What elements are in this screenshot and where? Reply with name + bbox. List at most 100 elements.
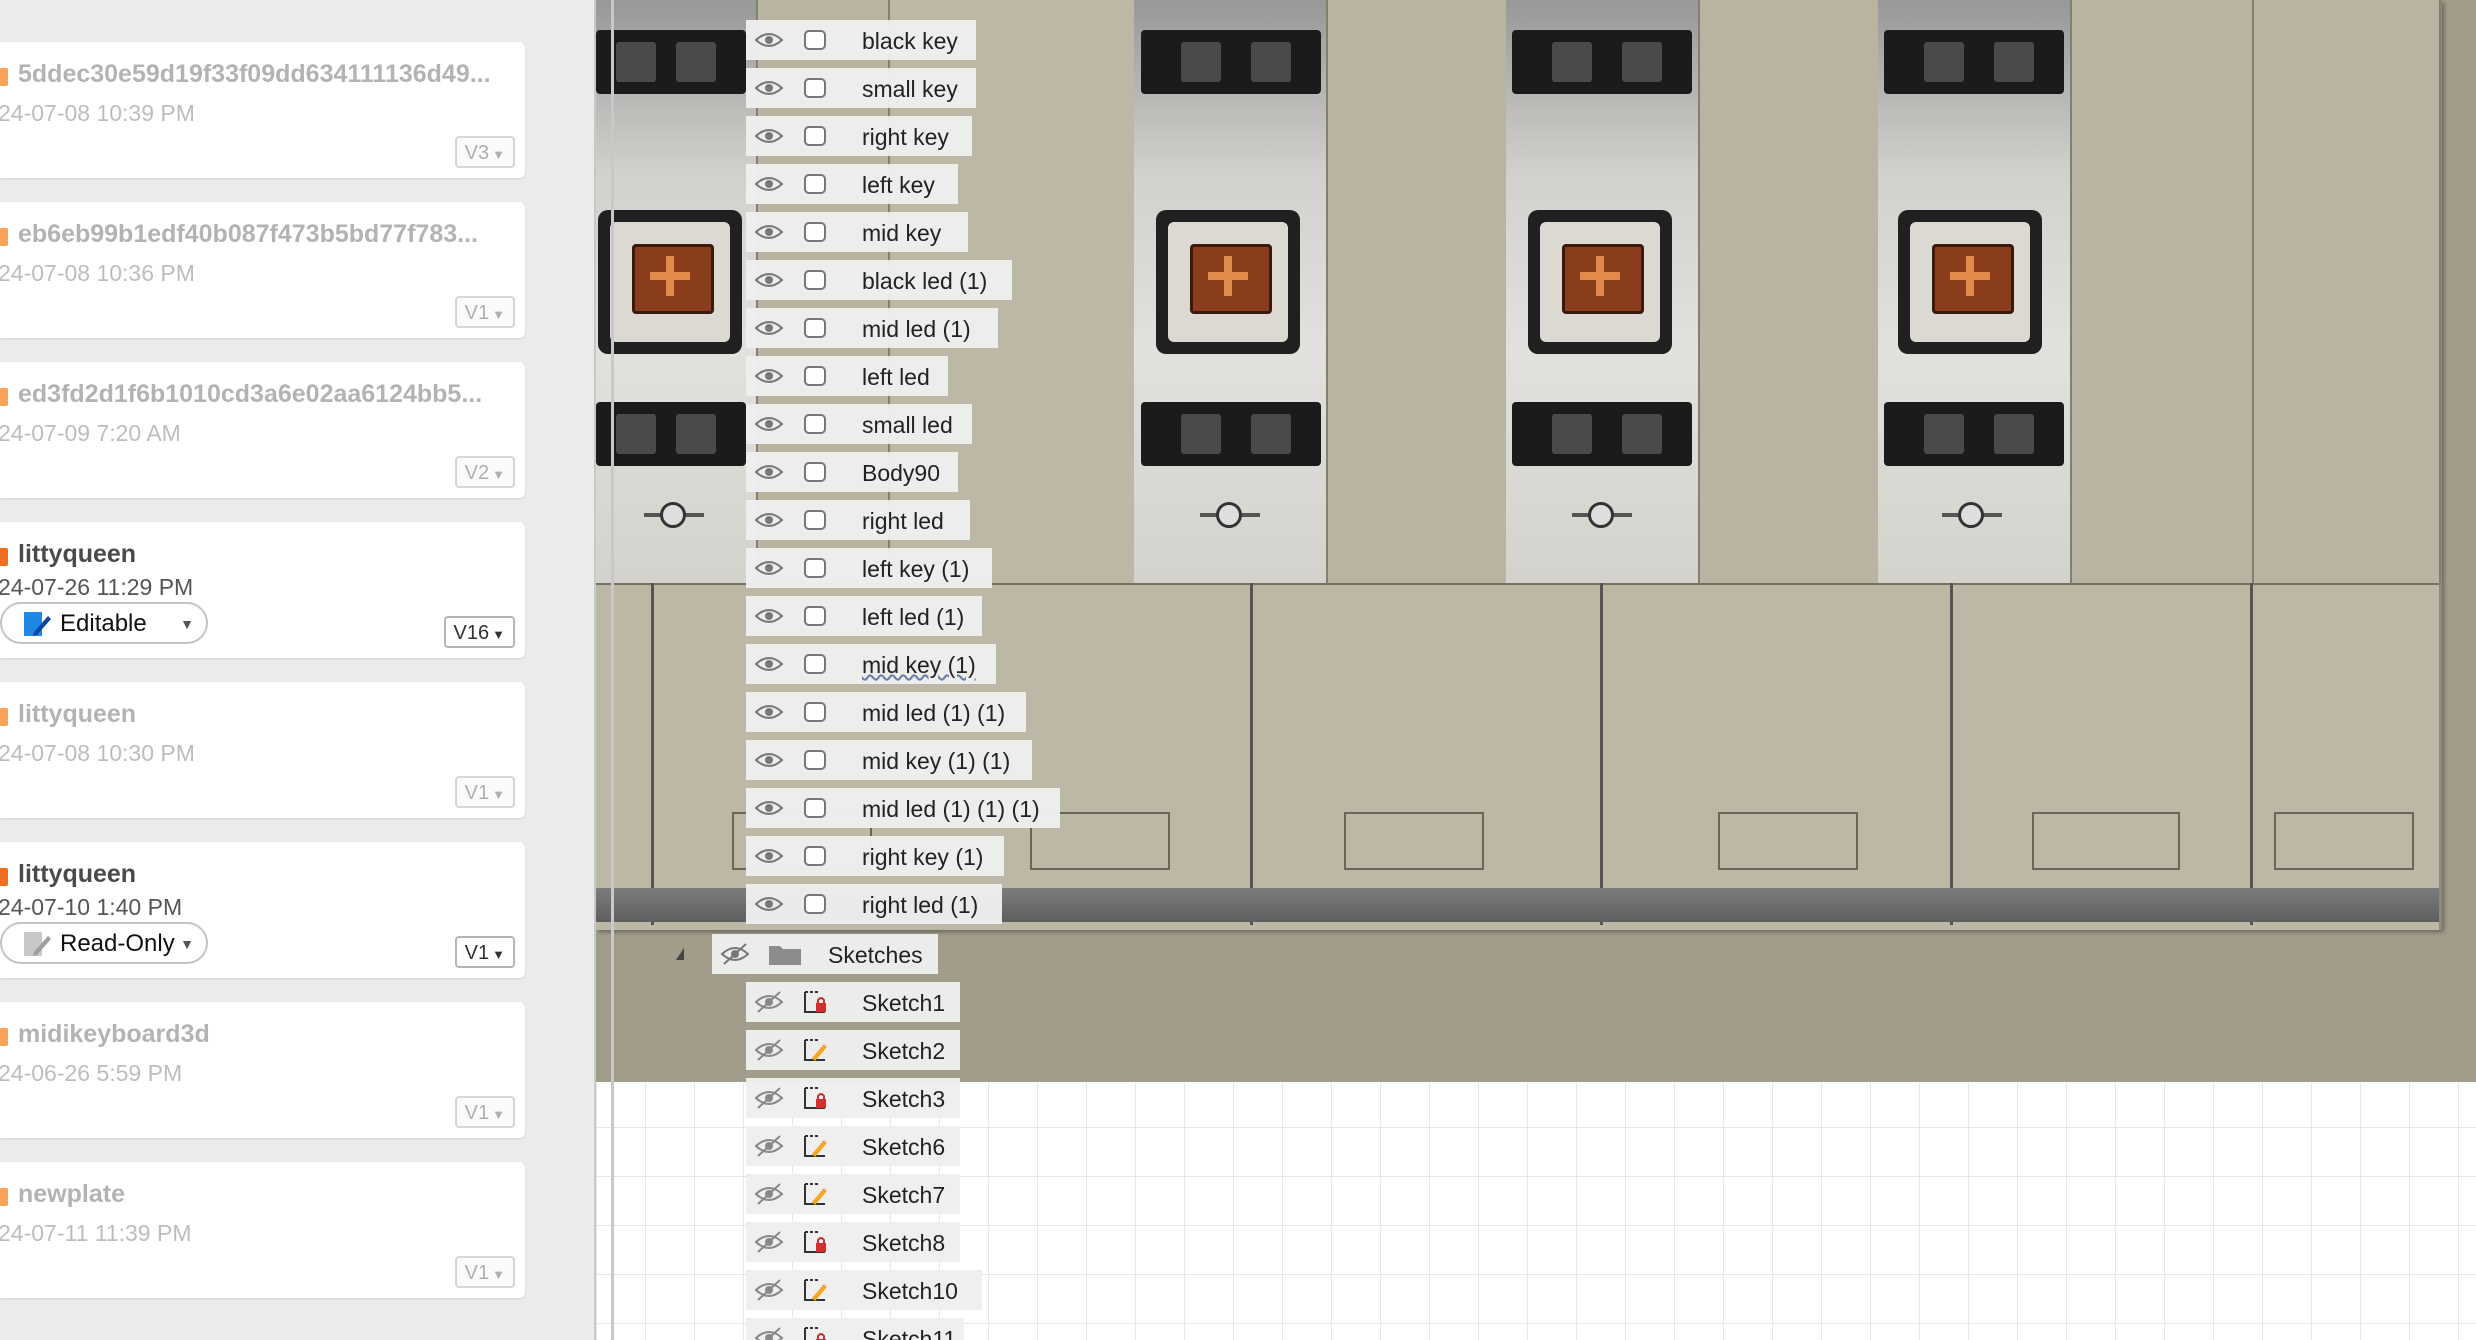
- key-switch[interactable]: [598, 210, 742, 354]
- sketch-tree-item[interactable]: Sketch6: [746, 1126, 960, 1166]
- design-title[interactable]: littyqueen: [18, 540, 518, 569]
- visibility-eye-icon[interactable]: [754, 748, 784, 772]
- visibility-eye-icon[interactable]: [754, 220, 784, 244]
- led-component[interactable]: [1200, 502, 1260, 528]
- visibility-hidden-icon[interactable]: [754, 1134, 784, 1158]
- version-dropdown[interactable]: V1 ▼: [454, 1256, 515, 1288]
- design-title[interactable]: ed3fd2d1f6b1010cd3a6e02aa6124bb5...: [18, 380, 518, 409]
- visibility-eye-icon[interactable]: [754, 652, 784, 676]
- version-dropdown[interactable]: V1 ▼: [454, 936, 515, 968]
- body-tree-item[interactable]: black key: [746, 20, 976, 60]
- sketch-tree-item[interactable]: Sketch8: [746, 1222, 960, 1262]
- body-tree-item[interactable]: mid led (1) (1) (1): [746, 788, 1060, 828]
- body-tree-item[interactable]: left led (1): [746, 596, 982, 636]
- visibility-eye-icon[interactable]: [754, 892, 784, 916]
- visibility-hidden-icon[interactable]: [754, 1038, 784, 1062]
- body-tree-item[interactable]: left key: [746, 164, 958, 204]
- body-label: left led (1): [862, 604, 965, 630]
- visibility-eye-icon[interactable]: [754, 844, 784, 868]
- key-switch[interactable]: [1528, 210, 1672, 354]
- pcb-header: [596, 30, 746, 94]
- visibility-hidden-icon[interactable]: [754, 1278, 784, 1302]
- visibility-eye-icon[interactable]: [754, 124, 784, 148]
- visibility-eye-icon[interactable]: [754, 700, 784, 724]
- sketch-label: Sketch3: [862, 1086, 946, 1112]
- design-title[interactable]: midikeyboard3d: [18, 1020, 518, 1049]
- sketch-tree-item[interactable]: Sketch11: [746, 1318, 964, 1340]
- version-dropdown[interactable]: V16 ▼: [443, 616, 515, 648]
- visibility-eye-icon[interactable]: [754, 28, 784, 52]
- visibility-eye-icon[interactable]: [754, 172, 784, 196]
- black-key-slot[interactable]: [2070, 0, 2256, 583]
- body-tree-item[interactable]: right led: [746, 500, 970, 540]
- black-key-slot[interactable]: [1326, 0, 1510, 583]
- key-switch[interactable]: [1898, 210, 2042, 354]
- body-tree-item[interactable]: right key: [746, 116, 972, 156]
- design-card[interactable]: 5ddec30e59d19f33f09dd634111136d49... 24-0…: [0, 42, 525, 178]
- design-title[interactable]: 5ddec30e59d19f33f09dd634111136d49...: [18, 60, 518, 89]
- sketch-tree-item[interactable]: Sketch10: [746, 1270, 982, 1310]
- visibility-hidden-icon[interactable]: [754, 1326, 784, 1340]
- key-switch[interactable]: [1156, 210, 1300, 354]
- body-tree-item[interactable]: right key (1): [746, 836, 1004, 876]
- version-dropdown[interactable]: V1 ▼: [454, 296, 515, 328]
- design-card[interactable]: littyqueen 24-07-26 11:29 PM Editable ▼ V16 ▼: [0, 522, 525, 658]
- design-card[interactable]: newplate 24-07-11 11:39 PM V1 ▼: [0, 1162, 525, 1298]
- permission-dropdown[interactable]: Editable ▼: [0, 602, 208, 644]
- body-tree-item[interactable]: mid key (1): [746, 644, 996, 684]
- visibility-hidden-icon[interactable]: [720, 942, 750, 966]
- visibility-eye-icon[interactable]: [754, 76, 784, 100]
- body-tree-item[interactable]: Body90: [746, 452, 958, 492]
- visibility-eye-icon[interactable]: [754, 508, 784, 532]
- black-key-slot[interactable]: [2252, 0, 2441, 583]
- body-tree-item[interactable]: mid key: [746, 212, 968, 252]
- body-tree-item[interactable]: black led (1): [746, 260, 1012, 300]
- version-dropdown[interactable]: V2 ▼: [454, 456, 515, 488]
- visibility-eye-icon[interactable]: [754, 556, 784, 580]
- design-card[interactable]: midikeyboard3d 24-06-26 5:59 PM V1 ▼: [0, 1002, 525, 1138]
- visibility-eye-icon[interactable]: [754, 268, 784, 292]
- permission-dropdown[interactable]: Read-Only ▼: [0, 922, 208, 964]
- visibility-hidden-icon[interactable]: [754, 1086, 784, 1110]
- visibility-eye-icon[interactable]: [754, 412, 784, 436]
- visibility-hidden-icon[interactable]: [754, 1182, 784, 1206]
- led-component[interactable]: [1572, 502, 1632, 528]
- visibility-hidden-icon[interactable]: [754, 1230, 784, 1254]
- design-title[interactable]: littyqueen: [18, 860, 518, 889]
- design-title[interactable]: newplate: [18, 1180, 518, 1209]
- design-card[interactable]: littyqueen 24-07-08 10:30 PM V1 ▼: [0, 682, 525, 818]
- body-tree-item[interactable]: small led: [746, 404, 972, 444]
- sketch-tree-item[interactable]: Sketch3: [746, 1078, 960, 1118]
- led-component[interactable]: [644, 502, 704, 528]
- visibility-eye-icon[interactable]: [754, 796, 784, 820]
- led-component[interactable]: [1942, 502, 2002, 528]
- chevron-down-icon: ▼: [492, 467, 505, 482]
- body-tree-item[interactable]: mid led (1) (1): [746, 692, 1026, 732]
- visibility-eye-icon[interactable]: [754, 604, 784, 628]
- version-dropdown[interactable]: V1 ▼: [454, 776, 515, 808]
- black-key-slot[interactable]: [1698, 0, 1882, 583]
- version-dropdown[interactable]: V3 ▼: [454, 136, 515, 168]
- body-tree-item[interactable]: small key: [746, 68, 976, 108]
- design-card[interactable]: eb6eb99b1edf40b087f473b5bd77f783... 24-07…: [0, 202, 525, 338]
- visibility-eye-icon[interactable]: [754, 364, 784, 388]
- visibility-eye-icon[interactable]: [754, 316, 784, 340]
- body-tree-item[interactable]: mid led (1): [746, 308, 998, 348]
- sketch-tree-item[interactable]: Sketch1: [746, 982, 960, 1022]
- design-card[interactable]: littyqueen 24-07-10 1:40 PM Read-Only ▼ V1 ▼: [0, 842, 525, 978]
- body-tree-item[interactable]: left led: [746, 356, 948, 396]
- body-tree-item[interactable]: right led (1): [746, 884, 1002, 924]
- body-tree-item[interactable]: left key (1): [746, 548, 992, 588]
- visibility-eye-icon[interactable]: [754, 460, 784, 484]
- design-card[interactable]: ed3fd2d1f6b1010cd3a6e02aa6124bb5... 24-07…: [0, 362, 525, 498]
- design-title[interactable]: eb6eb99b1edf40b087f473b5bd77f783...: [18, 220, 518, 249]
- canvas-viewport[interactable]: black key small key right key left key mid k…: [596, 0, 2476, 1340]
- body-tree-item[interactable]: mid key (1) (1): [746, 740, 1032, 780]
- collapse-toggle-icon[interactable]: [676, 948, 684, 960]
- design-title[interactable]: littyqueen: [18, 700, 518, 729]
- sketches-folder[interactable]: Sketches: [712, 934, 938, 974]
- visibility-hidden-icon[interactable]: [754, 990, 784, 1014]
- sketch-tree-item[interactable]: Sketch7: [746, 1174, 960, 1214]
- version-dropdown[interactable]: V1 ▼: [454, 1096, 515, 1128]
- sketch-tree-item[interactable]: Sketch2: [746, 1030, 960, 1070]
